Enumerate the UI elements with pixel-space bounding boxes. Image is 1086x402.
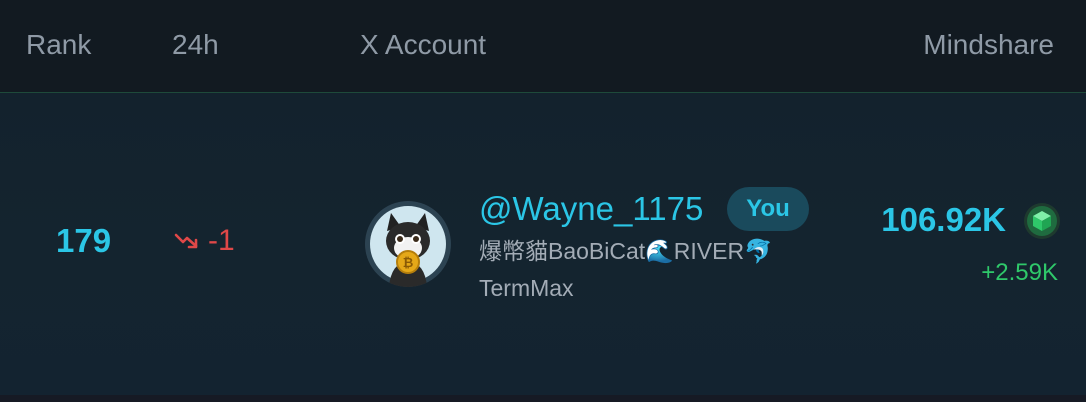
table-header: Rank 24h X Account Mindshare	[0, 0, 1086, 93]
change-24h: -1	[174, 223, 235, 259]
header-account[interactable]: X Account	[360, 28, 486, 62]
leaderboard-table: Rank 24h X Account Mindshare 179 -1 ₿ @W…	[0, 0, 1086, 402]
account-display-name: 爆幣貓BaoBiCat🌊RIVER🐬	[479, 238, 773, 264]
account-handle[interactable]: @Wayne_1175	[479, 189, 703, 229]
header-rank[interactable]: Rank	[26, 28, 91, 62]
table-row[interactable]: 179 -1 ₿ @Wayne_1175 You 爆幣貓BaoBiCat🌊RIV…	[0, 93, 1086, 395]
trend-down-icon	[174, 233, 198, 249]
svg-text:₿: ₿	[403, 256, 414, 271]
you-badge: You	[727, 187, 809, 231]
mindshare-delta: +2.59K	[981, 259, 1058, 286]
account-sub-name: TermMax	[479, 275, 574, 301]
rank-value: 179	[56, 222, 112, 259]
row-divider	[0, 395, 1086, 402]
header-mindshare[interactable]: Mindshare	[923, 28, 1054, 62]
mindshare-value: 106.92K	[881, 201, 1006, 238]
cat-avatar-image: ₿	[365, 201, 451, 287]
change-value: -1	[208, 224, 235, 257]
header-24h[interactable]: 24h	[172, 28, 219, 62]
avatar[interactable]: ₿	[365, 201, 451, 287]
green-cube-icon	[1024, 203, 1060, 239]
